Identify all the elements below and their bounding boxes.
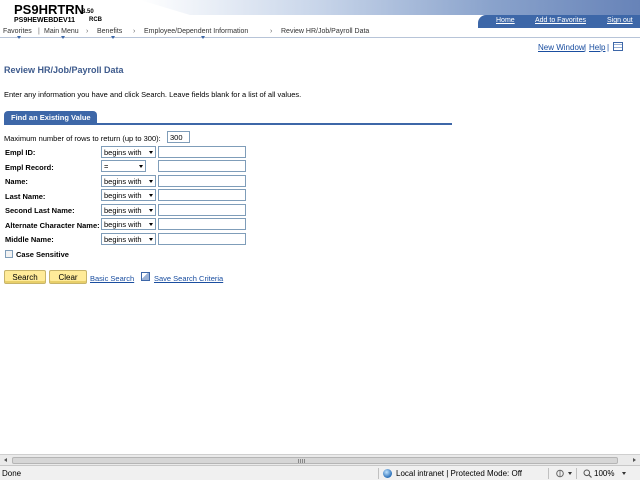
chevron-down-icon <box>149 180 153 183</box>
header-links-bar: Home Add to Favorites Sign out <box>478 15 640 28</box>
sign-out-link[interactable]: Sign out <box>607 17 633 24</box>
breadcrumb-chevron-icon: › <box>86 28 89 35</box>
alternate-character-name-operator-value: begins with <box>104 220 142 229</box>
chevron-down-icon[interactable] <box>568 472 572 475</box>
last-name-operator-select[interactable]: begins with <box>101 189 156 201</box>
save-search-icon[interactable] <box>141 272 150 281</box>
second-last-name-label: Second Last Name: <box>5 206 75 215</box>
chevron-down-icon <box>149 223 153 226</box>
name-operator-select[interactable]: begins with <box>101 175 156 187</box>
empl-record-input[interactable] <box>158 160 246 172</box>
second-last-name-input[interactable] <box>158 204 246 216</box>
empl-id-operator-value: begins with <box>104 148 142 157</box>
name-label: Name: <box>5 177 28 186</box>
breadcrumb-main-menu[interactable]: Main Menu <box>44 28 79 35</box>
arrow-right-icon <box>633 458 636 462</box>
breadcrumb-review-hr-job-payroll-data: Review HR/Job/Payroll Data <box>281 28 370 35</box>
search-instructions: Enter any information you have and click… <box>4 90 302 99</box>
breadcrumb: Favorites | Main Menu › Benefits › Emplo… <box>0 28 640 39</box>
last-name-input[interactable] <box>158 189 246 201</box>
scroll-left-button[interactable] <box>1 456 11 465</box>
middle-name-input[interactable] <box>158 233 246 245</box>
breadcrumb-employee-dependent-information[interactable]: Employee/Dependent Information <box>144 28 248 35</box>
name-input[interactable] <box>158 175 246 187</box>
status-divider <box>548 468 549 479</box>
chevron-down-icon <box>149 209 153 212</box>
alternate-character-name-operator-select[interactable]: begins with <box>101 218 156 230</box>
breadcrumb-chevron-icon: › <box>133 28 136 35</box>
middle-name-operator-value: begins with <box>104 235 142 244</box>
help-link[interactable]: Help <box>589 43 605 52</box>
middle-name-label: Middle Name: <box>5 235 54 244</box>
scroll-right-button[interactable] <box>629 456 639 465</box>
empl-id-input[interactable] <box>158 146 246 158</box>
app-title: PS9HRTRN <box>14 2 85 17</box>
chevron-down-icon[interactable] <box>622 472 626 475</box>
chevron-down-icon <box>139 165 143 168</box>
breadcrumb-separator: | <box>38 28 40 35</box>
max-rows-label: Maximum number of rows to return (up to … <box>4 134 161 143</box>
alternate-character-name-label: Alternate Character Name: <box>5 221 100 230</box>
header-gradient-band <box>140 0 640 15</box>
last-name-label: Last Name: <box>5 192 46 201</box>
protected-mode-icon[interactable] <box>556 469 565 478</box>
main-menu-dropdown-icon[interactable] <box>61 36 65 39</box>
app-version: 8.50 <box>82 9 94 15</box>
chevron-down-icon <box>149 238 153 241</box>
chevron-down-icon <box>149 151 153 154</box>
zoom-icon[interactable] <box>583 469 592 478</box>
middle-name-operator-select[interactable]: begins with <box>101 233 156 245</box>
status-divider <box>378 468 379 479</box>
basic-search-link[interactable]: Basic Search <box>90 274 134 283</box>
status-text: Done <box>2 469 22 478</box>
empl-record-operator-value: = <box>104 162 109 171</box>
globe-icon <box>383 469 392 478</box>
last-name-operator-value: begins with <box>104 191 142 200</box>
horizontal-scrollbar[interactable] <box>0 454 640 465</box>
customize-page-icon[interactable] <box>613 42 623 51</box>
breadcrumb-chevron-icon: › <box>270 28 273 35</box>
favorites-dropdown-icon[interactable] <box>17 36 21 39</box>
zoom-level[interactable]: 100% <box>594 469 614 478</box>
case-sensitive-label: Case Sensitive <box>16 250 69 259</box>
grip-icon <box>298 459 306 463</box>
empl-record-label: Empl Record: <box>5 163 54 172</box>
app-header: PS9HRTRN 8.50 PS9HEWEBDEV11 RCB Home Add… <box>0 0 640 28</box>
alternate-character-name-input[interactable] <box>158 218 246 230</box>
status-divider <box>576 468 577 479</box>
database-name: PS9HEWEBDEV11 <box>14 17 76 24</box>
employee-info-dropdown-icon[interactable] <box>201 36 205 39</box>
home-link[interactable]: Home <box>496 17 515 24</box>
scrollbar-thumb[interactable] <box>12 457 618 464</box>
name-operator-value: begins with <box>104 177 142 186</box>
clear-button[interactable]: Clear <box>49 270 87 284</box>
page-title: Review HR/Job/Payroll Data <box>4 65 124 75</box>
benefits-dropdown-icon[interactable] <box>111 36 115 39</box>
empl-id-label: Empl ID: <box>5 148 36 157</box>
second-last-name-operator-select[interactable]: begins with <box>101 204 156 216</box>
second-last-name-operator-value: begins with <box>104 206 142 215</box>
utility-separator: | <box>584 43 587 52</box>
database-suffix: RCB <box>89 17 102 23</box>
security-zone-text: Local intranet | Protected Mode: Off <box>396 469 522 478</box>
empl-record-operator-select[interactable]: = <box>101 160 146 172</box>
chevron-down-icon <box>149 194 153 197</box>
add-to-favorites-link[interactable]: Add to Favorites <box>535 17 586 24</box>
new-window-link[interactable]: New Window <box>538 43 585 52</box>
breadcrumb-favorites[interactable]: Favorites <box>3 28 32 35</box>
breadcrumb-benefits[interactable]: Benefits <box>97 28 122 35</box>
case-sensitive-checkbox[interactable] <box>5 250 13 258</box>
browser-statusbar: Done Local intranet | Protected Mode: Of… <box>0 465 640 480</box>
max-rows-input[interactable] <box>167 131 190 143</box>
search-button[interactable]: Search <box>4 270 46 284</box>
tab-underline <box>4 123 452 125</box>
save-search-criteria-link[interactable]: Save Search Criteria <box>154 274 223 283</box>
utility-separator: | <box>607 43 610 52</box>
empl-id-operator-select[interactable]: begins with <box>101 146 156 158</box>
arrow-left-icon <box>4 458 7 462</box>
